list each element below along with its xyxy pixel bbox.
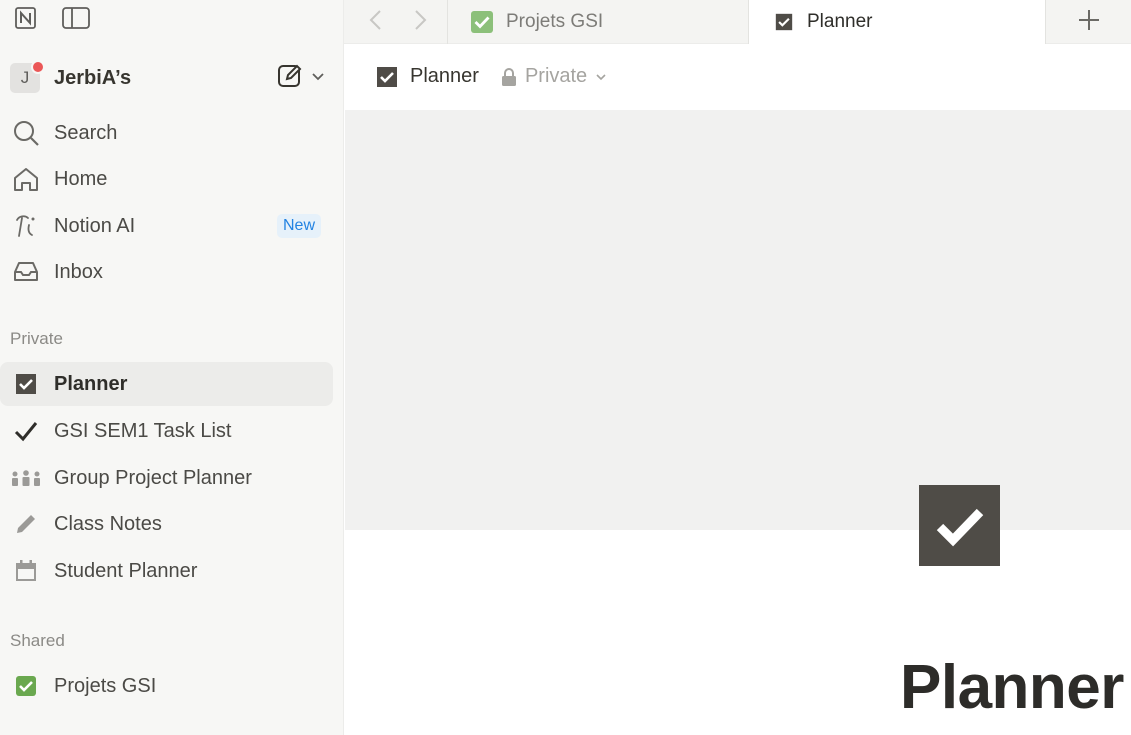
new-page-icon[interactable]	[276, 62, 304, 95]
green-check-icon	[470, 10, 494, 34]
group-icon	[11, 463, 41, 493]
avatar-initial: J	[20, 68, 30, 87]
page-label: Student Planner	[54, 559, 198, 582]
sidebar-item-gsi-sem1[interactable]: GSI SEM1 Task List	[0, 409, 333, 453]
page-label: Class Notes	[54, 512, 162, 535]
lock-icon	[501, 67, 517, 86]
page-header: Planner Private	[344, 44, 1131, 110]
nav-label: Search	[54, 121, 118, 144]
privacy-dropdown[interactable]: Private	[501, 65, 607, 88]
nav-label: Inbox	[54, 260, 103, 283]
history-nav	[366, 8, 430, 37]
tab-projets-gsi[interactable]: Projets GSI	[447, 0, 749, 44]
forward-arrow-icon[interactable]	[410, 8, 430, 37]
nav-label: Notion AI	[54, 214, 136, 237]
page-cover[interactable]	[345, 110, 1131, 530]
page-checkbox-icon[interactable]	[919, 485, 1000, 566]
chevron-down-icon[interactable]	[310, 68, 326, 89]
sidebar-item-group-project[interactable]: Group Project Planner	[0, 456, 333, 500]
shared-section-label[interactable]: Shared	[10, 631, 65, 651]
checkbox-icon	[376, 66, 398, 88]
calendar-icon	[11, 556, 41, 586]
page-label: Planner	[54, 372, 128, 395]
pencil-icon	[11, 509, 41, 539]
nav-notion-ai[interactable]: Notion AI New	[0, 204, 333, 248]
workspace-name: JerbiA’s	[54, 66, 132, 89]
page-label: Projets GSI	[54, 674, 157, 697]
notion-ai-icon	[11, 211, 41, 241]
plus-icon	[1077, 8, 1101, 37]
green-check-icon	[11, 671, 41, 701]
page-title[interactable]: Planner	[900, 652, 1124, 723]
checkbox-icon	[775, 13, 793, 31]
search-icon	[11, 118, 41, 148]
checkbox-icon	[11, 369, 41, 399]
nav-search[interactable]: Search	[0, 111, 333, 155]
notion-logo-icon[interactable]	[12, 6, 40, 30]
checkmark-icon	[11, 416, 41, 446]
private-section-label[interactable]: Private	[10, 329, 63, 349]
sidebar-item-student-planner[interactable]: Student Planner	[0, 549, 333, 593]
page-label: Group Project Planner	[54, 466, 252, 489]
tab-planner[interactable]: Planner	[749, 0, 1046, 44]
tab-label: Planner	[807, 11, 873, 32]
sidebar: J JerbiA’s Search Home Notion AI New Inb…	[0, 0, 344, 735]
breadcrumb: Planner Private	[376, 65, 607, 88]
back-arrow-icon[interactable]	[366, 8, 386, 37]
breadcrumb-page-title[interactable]: Planner	[410, 65, 479, 88]
chevron-down-icon	[595, 71, 607, 83]
new-tab-button[interactable]	[1045, 0, 1131, 44]
sidebar-toggle-icon[interactable]	[62, 6, 90, 30]
page-label: GSI SEM1 Task List	[54, 419, 232, 442]
tab-label: Projets GSI	[506, 11, 604, 32]
sidebar-top-icons	[12, 6, 90, 30]
new-badge: New	[276, 214, 321, 238]
nav-label: Home	[54, 167, 108, 190]
sidebar-item-planner[interactable]: Planner	[0, 362, 333, 406]
inbox-icon	[11, 257, 41, 287]
notification-dot	[31, 60, 45, 74]
home-icon	[11, 164, 41, 194]
sidebar-item-class-notes[interactable]: Class Notes	[0, 502, 333, 546]
nav-inbox[interactable]: Inbox	[0, 250, 333, 294]
avatar: J	[10, 60, 45, 93]
privacy-label: Private	[524, 65, 588, 87]
tab-bar: Projets GSI Planner	[344, 0, 1131, 44]
nav-home[interactable]: Home	[0, 157, 333, 201]
workspace-switcher[interactable]: J JerbiA’s	[10, 60, 332, 96]
sidebar-item-projets-gsi[interactable]: Projets GSI	[0, 664, 333, 708]
